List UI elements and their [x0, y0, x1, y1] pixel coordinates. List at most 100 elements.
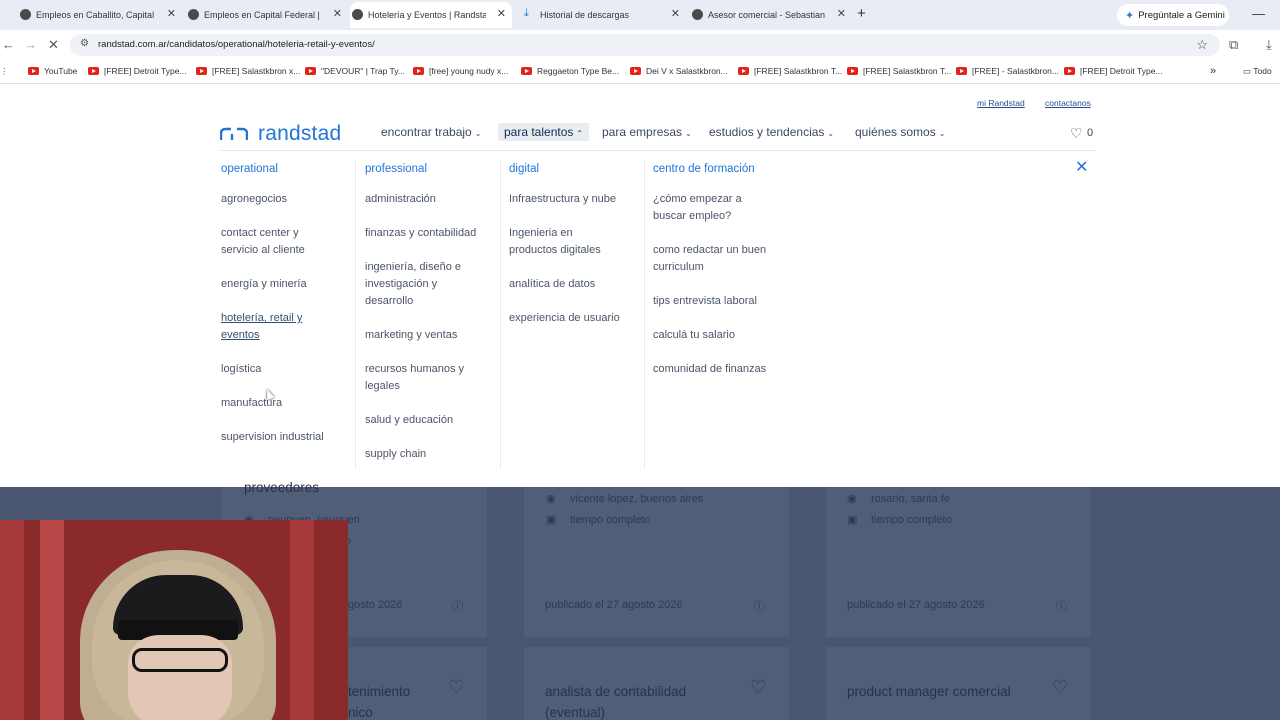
nav-para-empresas[interactable]: para empresas ⌄: [602, 125, 692, 139]
youtube-icon: [847, 67, 858, 75]
menu-item[interactable]: ingeniería, diseño e investigación y des…: [365, 259, 461, 310]
close-tab-icon[interactable]: ✕: [167, 7, 176, 20]
download-icon[interactable]: ⤓: [1266, 37, 1272, 53]
menu-item[interactable]: recursos humanos y legales: [365, 361, 464, 395]
address-bar[interactable]: ⚙ randstad.com.ar/candidatos/operational…: [70, 34, 1220, 56]
youtube-icon: [196, 67, 207, 75]
browser-tab[interactable]: Empleos en Capital Federal | Of ✕: [186, 2, 342, 28]
new-tab-icon[interactable]: +: [857, 5, 866, 22]
chevron-down-icon: ⌄: [474, 129, 482, 138]
close-tab-icon[interactable]: ✕: [671, 7, 680, 20]
gemini-button[interactable]: ✦ Pregúntale a Gemini: [1117, 4, 1229, 26]
menu-item[interactable]: logística: [221, 361, 261, 378]
apps-icon[interactable]: ⋮: [0, 66, 9, 77]
minimize-icon[interactable]: —: [1252, 6, 1265, 21]
stop-icon[interactable]: ✕: [48, 37, 59, 53]
nav-quienes-somos[interactable]: quiénes somos ⌄: [855, 125, 945, 139]
close-tab-icon[interactable]: ✕: [837, 7, 846, 20]
menu-item[interactable]: ¿cómo empezar a buscar empleo?: [653, 191, 742, 225]
site-info-icon[interactable]: ⚙: [80, 38, 89, 49]
menu-item[interactable]: calculá tu salario: [653, 327, 735, 344]
browser-tab[interactable]: ⤓ Historial de descargas ✕: [522, 2, 680, 28]
site-icon: [692, 9, 703, 20]
job-card[interactable]: [524, 487, 789, 637]
menu-column-centro-de-formacion: centro de formación: [653, 163, 755, 175]
column-title: centro de formación: [653, 163, 755, 175]
info-icon[interactable]: ⓘ: [452, 598, 463, 614]
menu-item[interactable]: administración: [365, 191, 436, 208]
menu-item[interactable]: analítica de datos: [509, 276, 595, 293]
favorite-heart-icon[interactable]: ♡: [750, 677, 766, 698]
job-title: tenimiento: [348, 684, 411, 699]
job-type: tiempo completo: [871, 514, 952, 526]
contactanos-link[interactable]: contactanos: [1045, 98, 1091, 108]
close-tab-icon[interactable]: ✕: [333, 7, 342, 20]
bookmark-item[interactable]: "DEVOUR" | Trap Ty...: [305, 66, 405, 76]
randstad-logo[interactable]: randstad: [220, 122, 341, 146]
bookmark-item[interactable]: [FREE] Detroit Type...: [1064, 66, 1163, 76]
menu-item[interactable]: tips entrevista laboral: [653, 293, 757, 310]
menu-item[interactable]: energía y minería: [221, 276, 307, 293]
job-card[interactable]: [826, 487, 1091, 637]
browser-tab-active[interactable]: Hotelería y Eventos | Randstad ✕: [350, 2, 512, 28]
column-title: digital: [509, 163, 540, 175]
job-date: gosto 2026: [348, 599, 403, 611]
webcam-overlay: [0, 520, 348, 720]
browser-tab[interactable]: Empleos en Caballito, Capital F ✕: [18, 2, 176, 28]
menu-item[interactable]: marketing y ventas: [365, 327, 457, 344]
bookmark-item[interactable]: [free] young nudy x...: [413, 66, 508, 76]
back-icon[interactable]: ←: [2, 37, 15, 52]
menu-item-hovered[interactable]: hotelería, retail y eventos: [221, 310, 302, 344]
menu-column-professional: professional: [365, 163, 427, 175]
info-icon[interactable]: ⓘ: [1056, 598, 1067, 614]
menu-item[interactable]: contact center y servicio al cliente: [221, 225, 305, 259]
bookmark-item[interactable]: Reggaeton Type Be...: [521, 66, 619, 76]
bookmark-item[interactable]: [FREE] Salastkbron x...: [196, 66, 300, 76]
youtube-icon: [1064, 67, 1075, 75]
column-divider: [355, 159, 356, 469]
column-divider: [644, 159, 645, 469]
more-bookmarks-icon[interactable]: »: [1210, 65, 1216, 77]
favorite-heart-icon[interactable]: ♡: [448, 677, 464, 698]
bookmark-item[interactable]: YouTube: [28, 66, 77, 76]
favorites-heart-icon[interactable]: ♡: [1070, 125, 1083, 142]
mi-randstad-link[interactable]: mi Randstad: [977, 98, 1025, 108]
job-date: publicado el 27 agosto 2026: [545, 599, 683, 611]
tab-title: Historial de descargas: [540, 10, 630, 20]
menu-item[interactable]: experiencia de usuario: [509, 310, 620, 327]
bookmark-item[interactable]: [FREE] Salastkbron T...: [847, 66, 951, 76]
browser-tab[interactable]: Asesor comercial - Sebastian M ✕: [690, 2, 846, 28]
menu-item[interactable]: agronegocios: [221, 191, 287, 208]
url-text: randstad.com.ar/candidatos/operational/h…: [98, 39, 375, 50]
bookmarks-folder[interactable]: ▭ Todo: [1243, 66, 1272, 77]
job-title: nico: [348, 705, 373, 720]
close-tab-icon[interactable]: ✕: [497, 7, 506, 20]
bookmark-item[interactable]: [FREE] Detroit Type...: [88, 66, 187, 76]
nav-estudios-y-tendencias[interactable]: estudios y tendencias ⌄: [709, 125, 834, 139]
extensions-icon[interactable]: ⧉: [1229, 37, 1238, 53]
menu-item[interactable]: salud y educación: [365, 412, 453, 429]
chevron-down-icon: ⌄: [827, 129, 835, 138]
menu-item[interactable]: supervision industrial: [221, 429, 324, 446]
gemini-sparkle-icon: ✦: [1125, 9, 1135, 22]
favorite-heart-icon[interactable]: ♡: [1052, 677, 1068, 698]
bookmark-item[interactable]: [FREE] Salastkbron T...: [738, 66, 842, 76]
youtube-icon: [28, 67, 39, 75]
menu-item[interactable]: Ingenieria en productos digitales: [509, 225, 601, 259]
menu-item[interactable]: comunidad de finanzas: [653, 361, 766, 378]
close-menu-icon[interactable]: ✕: [1075, 157, 1088, 177]
bookmark-star-icon[interactable]: ☆: [1196, 37, 1208, 53]
bookmark-item[interactable]: [FREE] - Salastkbron...: [956, 66, 1059, 76]
job-location: vicente lopez, buenos aires: [570, 493, 704, 505]
nav-para-talentos[interactable]: para talentos ⌃: [498, 123, 590, 141]
nav-encontrar-trabajo[interactable]: encontrar trabajo ⌄: [381, 125, 481, 139]
info-icon[interactable]: ⓘ: [754, 598, 765, 614]
site-icon: [188, 9, 199, 20]
menu-item[interactable]: como redactar un buen curriculum: [653, 242, 766, 276]
forward-icon[interactable]: →: [24, 37, 37, 52]
menu-item[interactable]: Infraestructura y nube: [509, 191, 616, 208]
job-title: proveedores: [244, 480, 320, 495]
menu-item[interactable]: supply chain: [365, 446, 426, 463]
bookmark-item[interactable]: Dei V x Salastkbron...: [630, 66, 728, 76]
menu-item[interactable]: finanzas y contabilidad: [365, 225, 476, 242]
